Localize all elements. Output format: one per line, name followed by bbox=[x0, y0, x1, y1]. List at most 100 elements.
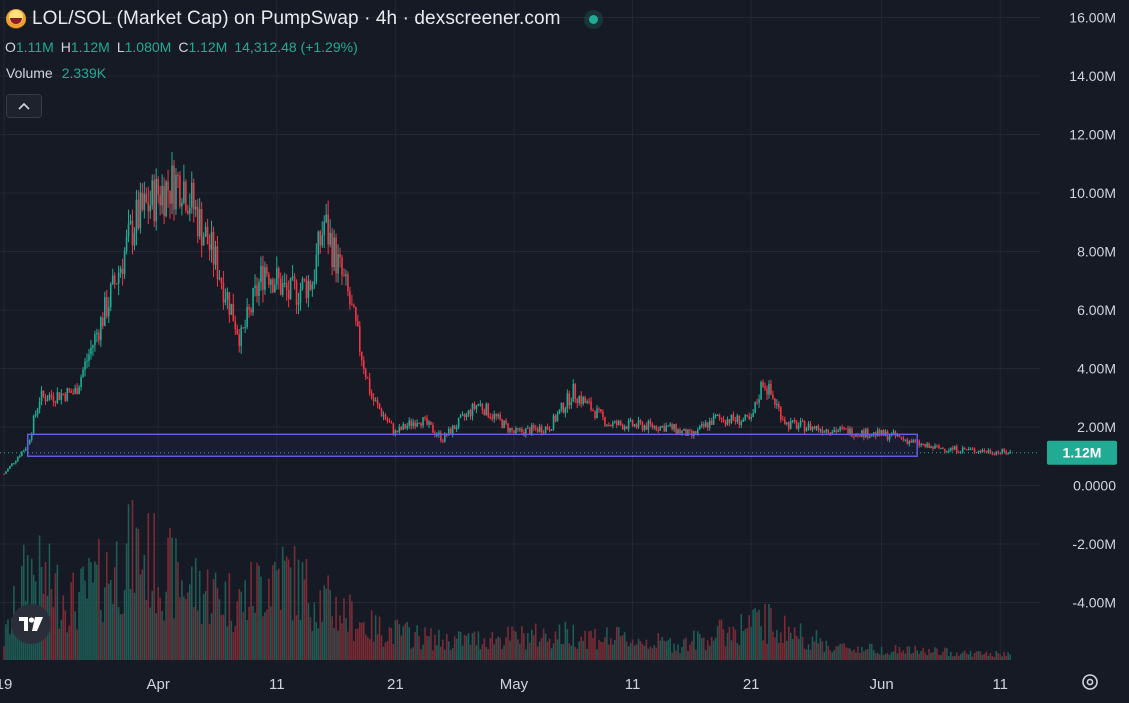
candle-body bbox=[185, 181, 187, 211]
candle-body bbox=[776, 403, 778, 405]
candle-body bbox=[602, 411, 604, 417]
volume-bar bbox=[104, 587, 106, 660]
volume-bar bbox=[853, 649, 855, 660]
candle-body bbox=[698, 426, 701, 430]
volume-bar bbox=[793, 627, 796, 660]
candle-body bbox=[408, 420, 411, 426]
volume-bar bbox=[159, 597, 161, 660]
candle-body bbox=[473, 403, 476, 409]
volume-bar bbox=[422, 644, 424, 660]
candle-body bbox=[252, 287, 254, 313]
candle-body bbox=[206, 226, 209, 245]
candle-body bbox=[651, 424, 654, 428]
candle-body bbox=[683, 428, 685, 431]
volume-bar bbox=[258, 565, 260, 660]
candle-body bbox=[351, 304, 353, 306]
volume-bar bbox=[821, 641, 824, 660]
candle-body bbox=[62, 393, 65, 395]
volume-bar bbox=[647, 648, 650, 660]
candle-body bbox=[331, 232, 333, 268]
y-tick-label: -4.00M bbox=[1072, 595, 1116, 611]
volume-bar bbox=[651, 648, 654, 660]
collapse-legend-button[interactable] bbox=[6, 94, 42, 118]
candle-body bbox=[782, 419, 784, 421]
volume-bar bbox=[230, 620, 233, 660]
candle-body bbox=[1007, 453, 1009, 455]
volume-bar bbox=[268, 578, 270, 660]
y-tick-label: 16.00M bbox=[1069, 10, 1116, 26]
candle-body bbox=[291, 276, 294, 278]
volume-bar bbox=[865, 649, 867, 660]
candle-body bbox=[299, 289, 302, 303]
tradingview-logo-button[interactable] bbox=[11, 604, 51, 644]
volume-bar bbox=[1007, 652, 1009, 660]
volume-bar bbox=[944, 647, 946, 660]
candle-body bbox=[953, 446, 956, 450]
candle-body bbox=[598, 408, 600, 410]
volume-bar bbox=[62, 595, 65, 660]
candlestick-chart[interactable]: 16.00M 14.00M 12.00M 10.00M 8.00M 6.00M 4.00M 2… bbox=[0, 0, 1129, 703]
y-tick-label: 14.00M bbox=[1069, 68, 1116, 84]
candle-body bbox=[173, 165, 175, 210]
volume-bar bbox=[459, 631, 462, 660]
volume-bar bbox=[248, 606, 250, 660]
volume-bar bbox=[795, 635, 798, 660]
volume-bar bbox=[556, 639, 559, 660]
volume-bar bbox=[576, 648, 579, 660]
candle-body bbox=[394, 430, 397, 434]
candle-body bbox=[325, 214, 327, 222]
candle-body bbox=[570, 401, 573, 406]
volume-bar bbox=[995, 650, 998, 660]
candle-body bbox=[268, 274, 270, 285]
candle-body bbox=[697, 429, 699, 434]
volume-bar bbox=[161, 611, 163, 660]
candle-body bbox=[530, 425, 533, 435]
volume-bar bbox=[212, 579, 215, 660]
volume-bar bbox=[475, 645, 478, 660]
candle-body bbox=[738, 415, 741, 425]
volume-bar bbox=[426, 635, 428, 660]
candle-body bbox=[922, 443, 924, 445]
volume-bar bbox=[584, 630, 586, 660]
candle-body bbox=[827, 429, 830, 433]
volume-bar bbox=[580, 636, 582, 660]
volume-bar bbox=[845, 647, 847, 660]
candle-body bbox=[175, 174, 177, 210]
candle-body bbox=[212, 231, 215, 265]
candle-body bbox=[663, 425, 666, 432]
candle-body bbox=[973, 448, 976, 452]
chart-settings-button[interactable] bbox=[1080, 672, 1100, 692]
volume-bar bbox=[582, 640, 584, 660]
candle-body bbox=[744, 414, 747, 420]
candle-body bbox=[742, 419, 745, 422]
candle-body bbox=[376, 400, 379, 404]
candle-body bbox=[791, 420, 794, 422]
candle-body bbox=[171, 165, 173, 204]
volume-bar bbox=[74, 611, 76, 660]
candle-body bbox=[449, 428, 452, 435]
volume-bar bbox=[534, 623, 537, 660]
volume-bar bbox=[90, 562, 92, 660]
volume-bar bbox=[693, 630, 695, 660]
volume-bar bbox=[418, 636, 420, 660]
volume-bar bbox=[147, 513, 150, 660]
volume-bar bbox=[489, 638, 492, 660]
candle-body bbox=[339, 254, 341, 258]
candle-body bbox=[309, 281, 312, 290]
volume-bar bbox=[335, 596, 337, 660]
candle-body bbox=[689, 429, 691, 431]
volume-bar bbox=[704, 650, 707, 660]
candle-body bbox=[807, 423, 810, 429]
candle-body bbox=[398, 426, 401, 433]
volume-bar bbox=[946, 648, 948, 660]
volume-bar bbox=[331, 616, 333, 660]
volume-bar bbox=[809, 649, 812, 660]
candle-body bbox=[111, 275, 114, 285]
volume-bar bbox=[430, 628, 432, 660]
volume-bar bbox=[645, 639, 648, 660]
candle-body bbox=[708, 420, 711, 428]
volume-bar bbox=[262, 616, 264, 660]
candle-body bbox=[714, 415, 717, 417]
volume-bar bbox=[594, 628, 596, 660]
x-tick-label: Jun bbox=[870, 676, 894, 693]
